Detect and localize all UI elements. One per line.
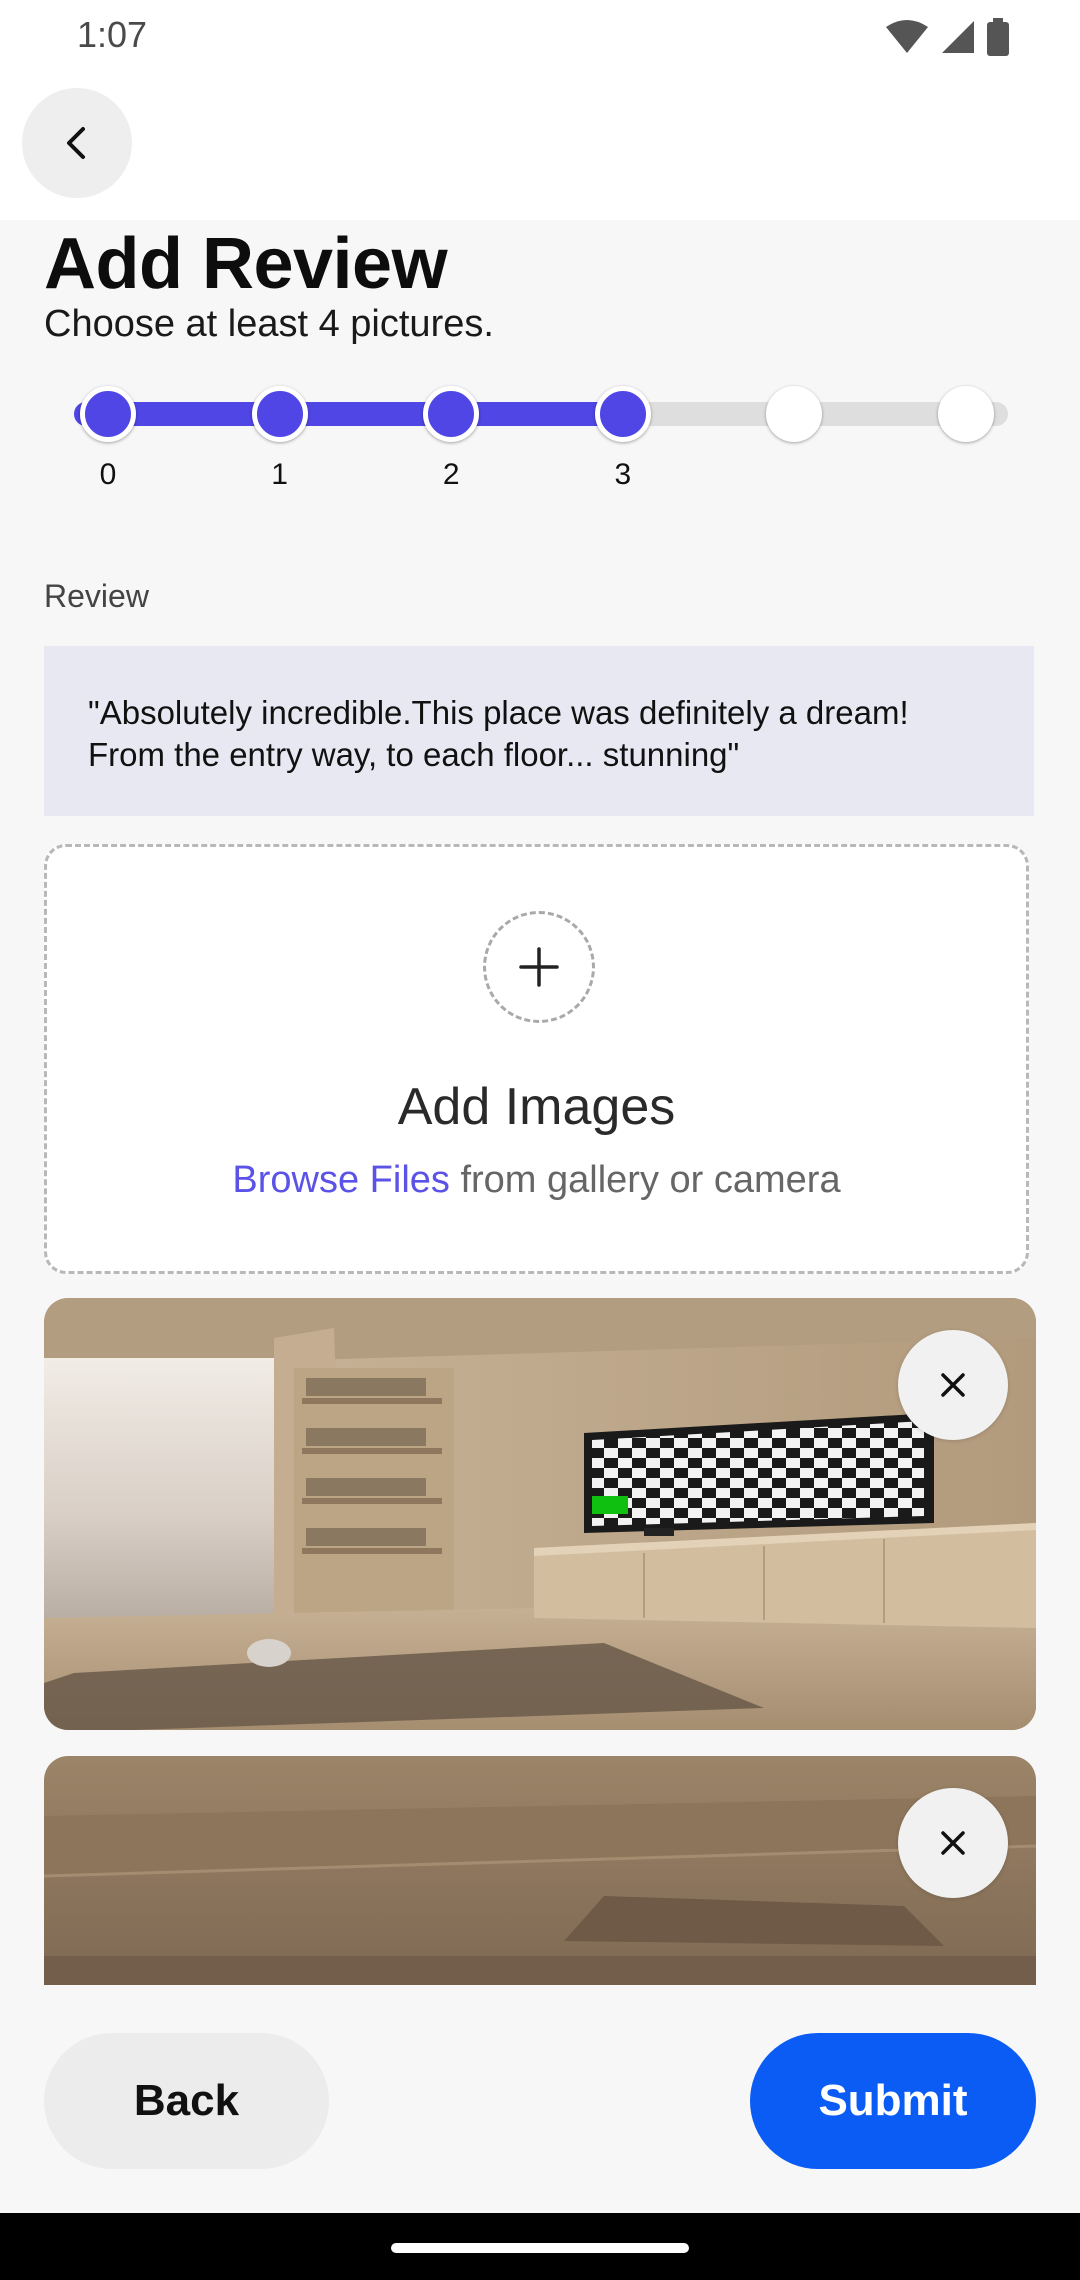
main-content[interactable]: Add Review Choose at least 4 pictures. R… xyxy=(0,220,1080,1985)
page-title: Add Review xyxy=(44,224,448,304)
system-navigation-bar xyxy=(0,2213,1080,2280)
stepper-fill xyxy=(74,402,633,426)
home-gesture-handle[interactable] xyxy=(391,2243,689,2253)
step-dot-5 xyxy=(938,386,994,442)
remove-image-2-button[interactable] xyxy=(898,1788,1008,1898)
status-bar: 1:07 xyxy=(0,0,1080,70)
step-dot-4 xyxy=(766,386,823,442)
uploaded-image-1 xyxy=(44,1298,1036,1730)
top-app-bar xyxy=(0,70,1080,220)
plus-icon xyxy=(519,947,559,987)
back-button[interactable]: Back xyxy=(44,2033,329,2169)
signal-icon xyxy=(942,21,974,53)
wifi-icon xyxy=(886,20,928,53)
ceiling-photo xyxy=(44,1756,1036,1985)
step-dot-2 xyxy=(423,386,480,442)
bookshelf xyxy=(294,1368,454,1618)
review-label: Review xyxy=(44,578,149,614)
step-label-2: 2 xyxy=(442,458,460,491)
uploaded-image-2 xyxy=(44,1756,1036,1985)
tv-screen xyxy=(584,1413,934,1533)
submit-button[interactable]: Submit xyxy=(750,2033,1036,2169)
review-text: "Absolutely incredible.This place was de… xyxy=(88,694,909,773)
add-images-title: Add Images xyxy=(397,1078,676,1136)
add-images-subtitle: Browse Files from gallery or camera xyxy=(47,1159,1026,1202)
review-text-box: "Absolutely incredible.This place was de… xyxy=(44,646,1034,816)
living-room-photo xyxy=(44,1298,1036,1730)
status-time: 1:07 xyxy=(77,14,148,55)
step-label-0: 0 xyxy=(99,458,117,491)
chevron-left-icon xyxy=(67,127,85,159)
status-icons xyxy=(884,18,1010,56)
step-dot-0 xyxy=(80,386,136,442)
add-image-button[interactable] xyxy=(483,911,595,1023)
add-images-dropzone[interactable]: Add Images Browse Files from gallery or … xyxy=(44,844,1029,1274)
close-icon xyxy=(941,1373,965,1397)
back-navigation-button[interactable] xyxy=(22,88,132,198)
step-dot-3 xyxy=(594,386,651,442)
step-label-3: 3 xyxy=(614,458,632,491)
close-icon xyxy=(941,1831,965,1855)
browse-files-link[interactable]: Browse Files xyxy=(232,1159,450,1201)
progress-stepper xyxy=(74,386,1008,442)
remove-image-1-button[interactable] xyxy=(898,1330,1008,1440)
bottom-action-bar: Back Submit xyxy=(0,1985,1080,2213)
battery-icon xyxy=(987,18,1009,56)
step-dot-1 xyxy=(251,386,308,442)
page-subtitle: Choose at least 4 pictures. xyxy=(44,303,494,345)
browse-files-hint: from gallery or camera xyxy=(449,1159,841,1201)
step-label-1: 1 xyxy=(271,458,288,491)
